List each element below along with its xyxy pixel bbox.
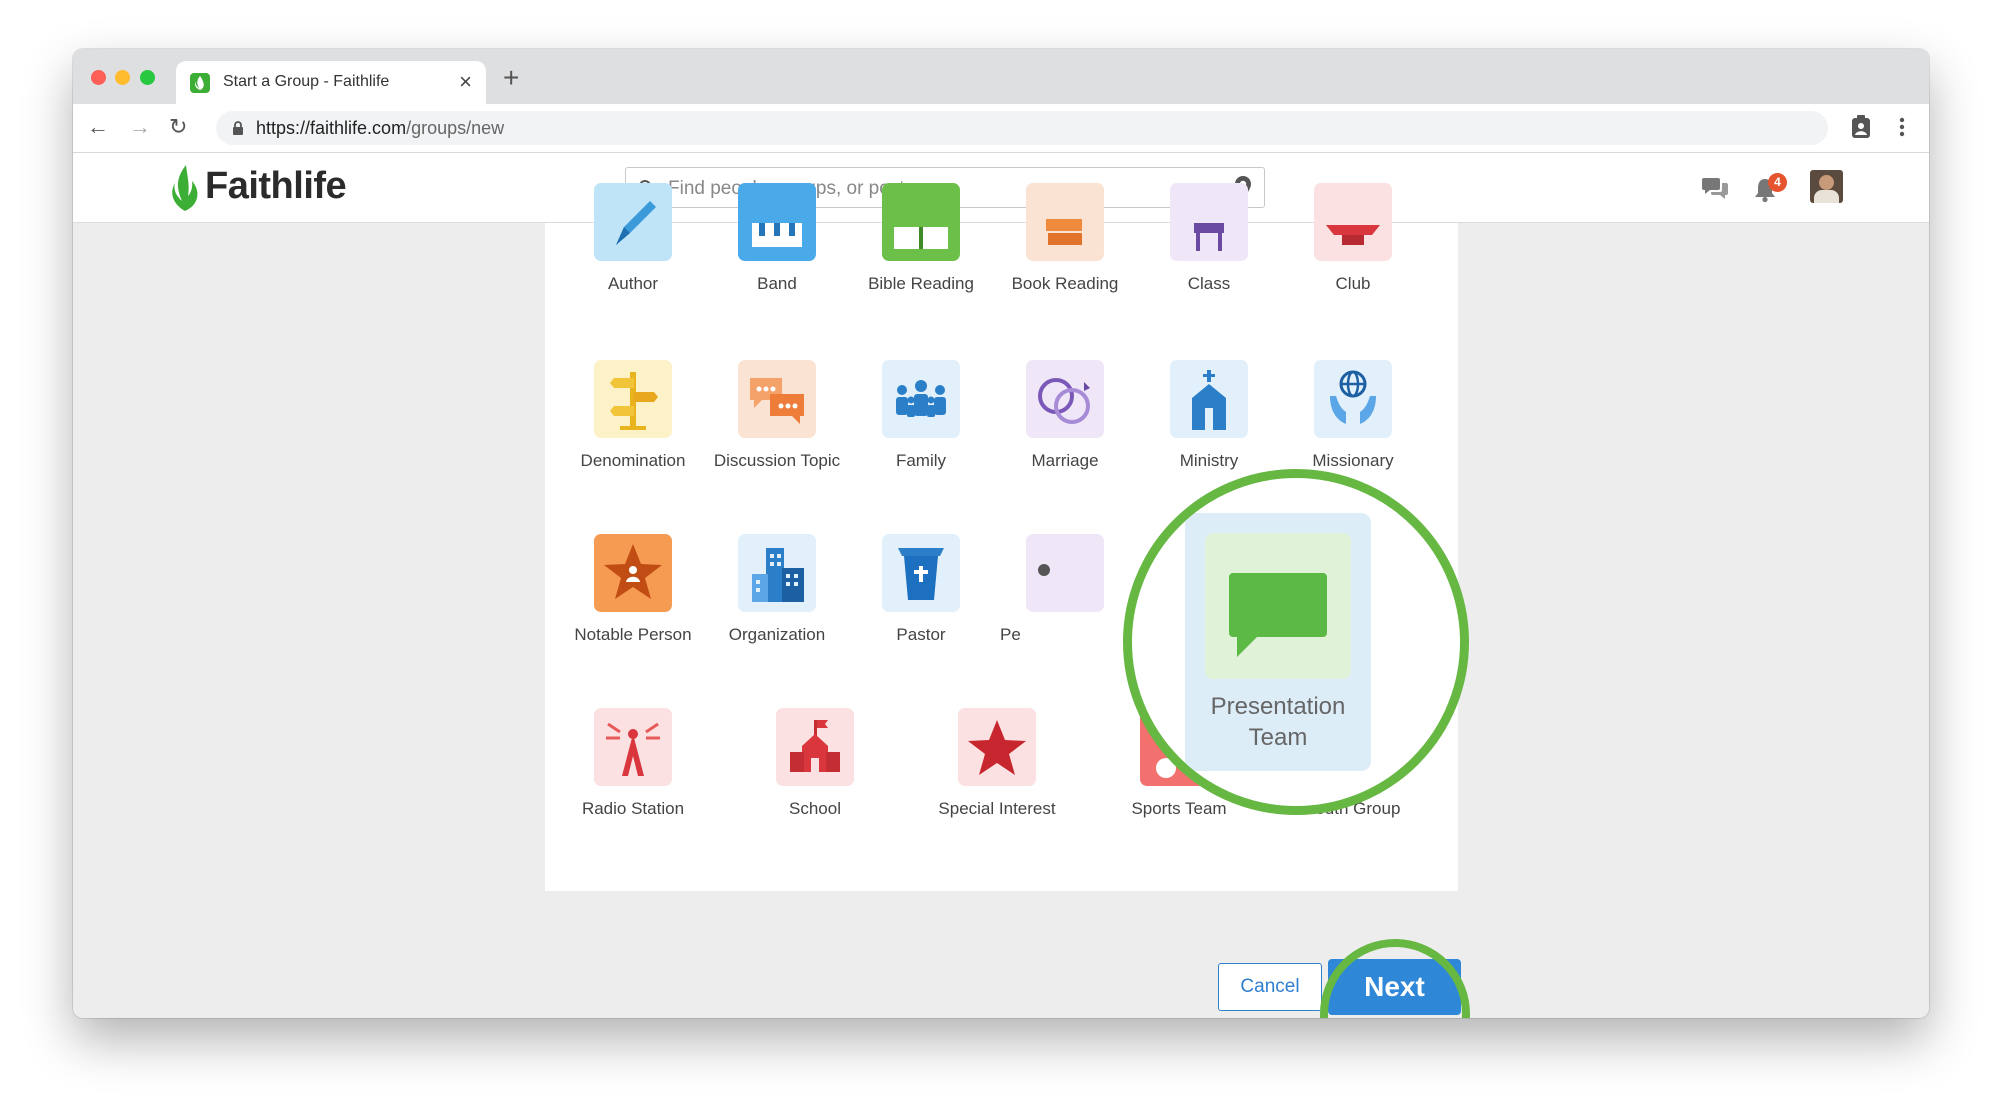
group-type-label: Family: [895, 451, 947, 470]
new-tab-icon[interactable]: +: [503, 63, 519, 93]
back-icon[interactable]: ←: [87, 114, 109, 140]
piano-icon: [738, 183, 816, 261]
group-type-label: Book Reading: [1011, 274, 1119, 293]
content-area: Author Band Bible Reading Book Reading C…: [73, 183, 1929, 1018]
forward-icon[interactable]: →: [129, 114, 151, 140]
group-type-missionary[interactable]: Missionary: [1288, 360, 1418, 471]
minimize-window-button[interactable]: [115, 70, 130, 85]
notifications-button[interactable]: 4: [1753, 173, 1787, 203]
group-type-label: Marriage: [1031, 451, 1099, 470]
signpost-icon: [594, 360, 672, 438]
buildings-icon: [738, 534, 816, 612]
group-type-label: Denomination: [580, 451, 686, 470]
maximize-window-button[interactable]: [140, 70, 155, 85]
group-type-label: Presentation Team: [1210, 693, 1346, 751]
badge-icon: [1314, 183, 1392, 261]
book-open-icon: [882, 183, 960, 261]
cancel-button[interactable]: Cancel: [1218, 963, 1322, 1011]
group-type-bible-reading[interactable]: Bible Reading: [856, 183, 986, 294]
browser-toolbar: ← → ↻ https://faithlife.com/groups/new: [73, 104, 1929, 153]
group-type-presentation-team[interactable]: Presentation Team: [1185, 513, 1371, 771]
group-type-label: Radio Station: [581, 799, 685, 818]
group-type-author[interactable]: Author: [568, 183, 698, 294]
group-type-label: Club: [1335, 274, 1371, 293]
group-type-label: Band: [757, 274, 797, 293]
group-type-club[interactable]: Club: [1288, 183, 1418, 294]
group-type-family[interactable]: Family: [856, 360, 986, 471]
group-type-person-partial[interactable]: Pe: [1000, 534, 1130, 645]
tab-title: Start a Group - Faithlife: [223, 73, 390, 90]
group-type-label: Class: [1187, 274, 1231, 293]
group-type-discussion-topic[interactable]: Discussion Topic: [712, 360, 842, 471]
messages-icon[interactable]: [1701, 175, 1729, 201]
group-type-label: Pastor: [896, 625, 946, 644]
school-icon: [776, 708, 854, 786]
group-type-label: Missionary: [1312, 451, 1394, 470]
group-type-band[interactable]: Band: [712, 183, 842, 294]
group-type-school[interactable]: School: [750, 708, 880, 819]
tab-strip: Start a Group - Faithlife × +: [73, 49, 1929, 104]
group-type-label: Sports Team: [1131, 799, 1227, 818]
group-type-pastor[interactable]: Pastor: [856, 534, 986, 645]
profile-badge-icon[interactable]: [1850, 115, 1872, 139]
group-type-marriage[interactable]: Marriage: [1000, 360, 1130, 471]
lock-icon: [233, 121, 243, 135]
group-type-class[interactable]: Class: [1144, 183, 1274, 294]
group-type-label: Bible Reading: [868, 274, 974, 293]
faithlife-logo-icon[interactable]: [169, 163, 203, 213]
group-type-label: Author: [607, 274, 659, 293]
desk-icon: [1170, 183, 1248, 261]
group-type-radio-station[interactable]: Radio Station: [568, 708, 698, 819]
avatar[interactable]: [1810, 170, 1843, 203]
logo-text[interactable]: Faithlife: [205, 163, 347, 209]
browser-tab[interactable]: Start a Group - Faithlife ×: [176, 61, 486, 104]
books-icon: [1026, 183, 1104, 261]
group-type-label: Ministry: [1179, 451, 1239, 470]
group-type-label: School: [789, 799, 841, 818]
church-icon: [1170, 360, 1248, 438]
group-type-label: Notable Person: [574, 625, 692, 644]
group-type-label: Discussion Topic: [713, 451, 841, 470]
presentation-team-zoom-callout: Presentation Team: [1123, 469, 1469, 815]
group-type-special-interest[interactable]: Special Interest: [932, 708, 1062, 819]
close-tab-icon[interactable]: ×: [459, 69, 472, 95]
globe-hands-icon: [1314, 360, 1392, 438]
group-type-book-reading[interactable]: Book Reading: [1000, 183, 1130, 294]
pulpit-icon: [882, 534, 960, 612]
group-type-label: Special Interest: [938, 799, 1056, 818]
group-type-denomination[interactable]: Denomination: [568, 360, 698, 471]
reload-icon[interactable]: ↻: [169, 114, 187, 140]
menu-dots-icon[interactable]: [1898, 115, 1906, 139]
address-bar[interactable]: https://faithlife.com/groups/new: [216, 111, 1828, 145]
star-person-icon: [594, 534, 672, 612]
radio-tower-icon: [594, 708, 672, 786]
group-type-notable-person[interactable]: Notable Person: [568, 534, 698, 645]
group-type-label: Pe: [1000, 625, 1021, 644]
chat-bubbles-icon: [738, 360, 816, 438]
group-type-organization[interactable]: Organization: [712, 534, 842, 645]
rings-icon: [1026, 360, 1104, 438]
family-icon: [882, 360, 960, 438]
speech-bubble-icon: [1205, 533, 1351, 679]
group-type-ministry[interactable]: Ministry: [1144, 360, 1274, 471]
next-highlight-ring: [1320, 939, 1470, 1018]
browser-window: Start a Group - Faithlife × + ← → ↻ http…: [73, 49, 1929, 1018]
notification-badge: 4: [1768, 173, 1787, 192]
person-icon: [1026, 534, 1104, 612]
close-window-button[interactable]: [91, 70, 106, 85]
group-type-label: Organization: [728, 625, 826, 644]
pen-icon: [594, 183, 672, 261]
faithlife-favicon-icon: [190, 73, 210, 93]
url-text: https://faithlife.com/groups/new: [256, 118, 505, 138]
star-icon: [958, 708, 1036, 786]
